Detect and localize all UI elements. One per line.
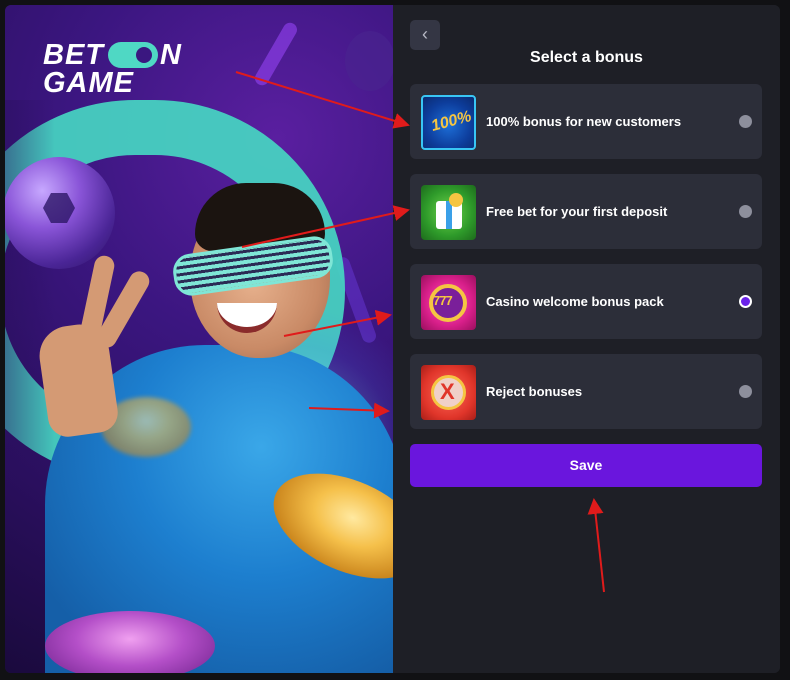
bonus-option-label: 100% bonus for new customers bbox=[486, 114, 682, 129]
bonus-option-new-customers[interactable]: 100% 100% bonus for new customers bbox=[410, 84, 762, 159]
reject-icon: X bbox=[421, 365, 476, 420]
bonus-radio[interactable] bbox=[739, 205, 752, 218]
window-frame: BET N GAME ‹ Select a bonus 100% 100% bo… bbox=[0, 0, 790, 680]
back-button[interactable]: ‹ bbox=[410, 20, 440, 50]
brand-logo: BET N GAME bbox=[43, 39, 182, 99]
percent-ball-icon: 100% bbox=[421, 95, 476, 150]
bonus-option-casino-pack[interactable]: 777 Casino welcome bonus pack bbox=[410, 264, 762, 339]
bonus-option-reject[interactable]: X Reject bonuses bbox=[410, 354, 762, 429]
bonus-modal: BET N GAME ‹ Select a bonus 100% 100% bo… bbox=[5, 5, 780, 673]
decor-orb bbox=[345, 31, 393, 91]
bonus-option-label: Reject bonuses bbox=[486, 384, 583, 399]
bonus-radio[interactable] bbox=[739, 115, 752, 128]
page-title: Select a bonus bbox=[530, 49, 643, 66]
promo-banner: BET N GAME bbox=[5, 5, 393, 673]
bonus-option-free-bet[interactable]: Free bet for your first deposit bbox=[410, 174, 762, 249]
decor-streamer bbox=[252, 20, 300, 88]
casino-chip bbox=[45, 611, 215, 673]
bonus-panel: ‹ Select a bonus 100% 100% bonus for new… bbox=[393, 5, 780, 673]
bonus-option-label: Free bet for your first deposit bbox=[486, 204, 668, 219]
bonus-radio[interactable] bbox=[739, 385, 752, 398]
bonus-option-label: Casino welcome bonus pack bbox=[486, 294, 664, 309]
gift-icon bbox=[421, 185, 476, 240]
bonus-radio-selected[interactable] bbox=[739, 295, 752, 308]
save-button[interactable]: Save bbox=[410, 444, 762, 487]
logo-toggle-icon bbox=[108, 42, 158, 68]
slot-wheel-icon: 777 bbox=[421, 275, 476, 330]
chevron-left-icon: ‹ bbox=[422, 24, 428, 44]
